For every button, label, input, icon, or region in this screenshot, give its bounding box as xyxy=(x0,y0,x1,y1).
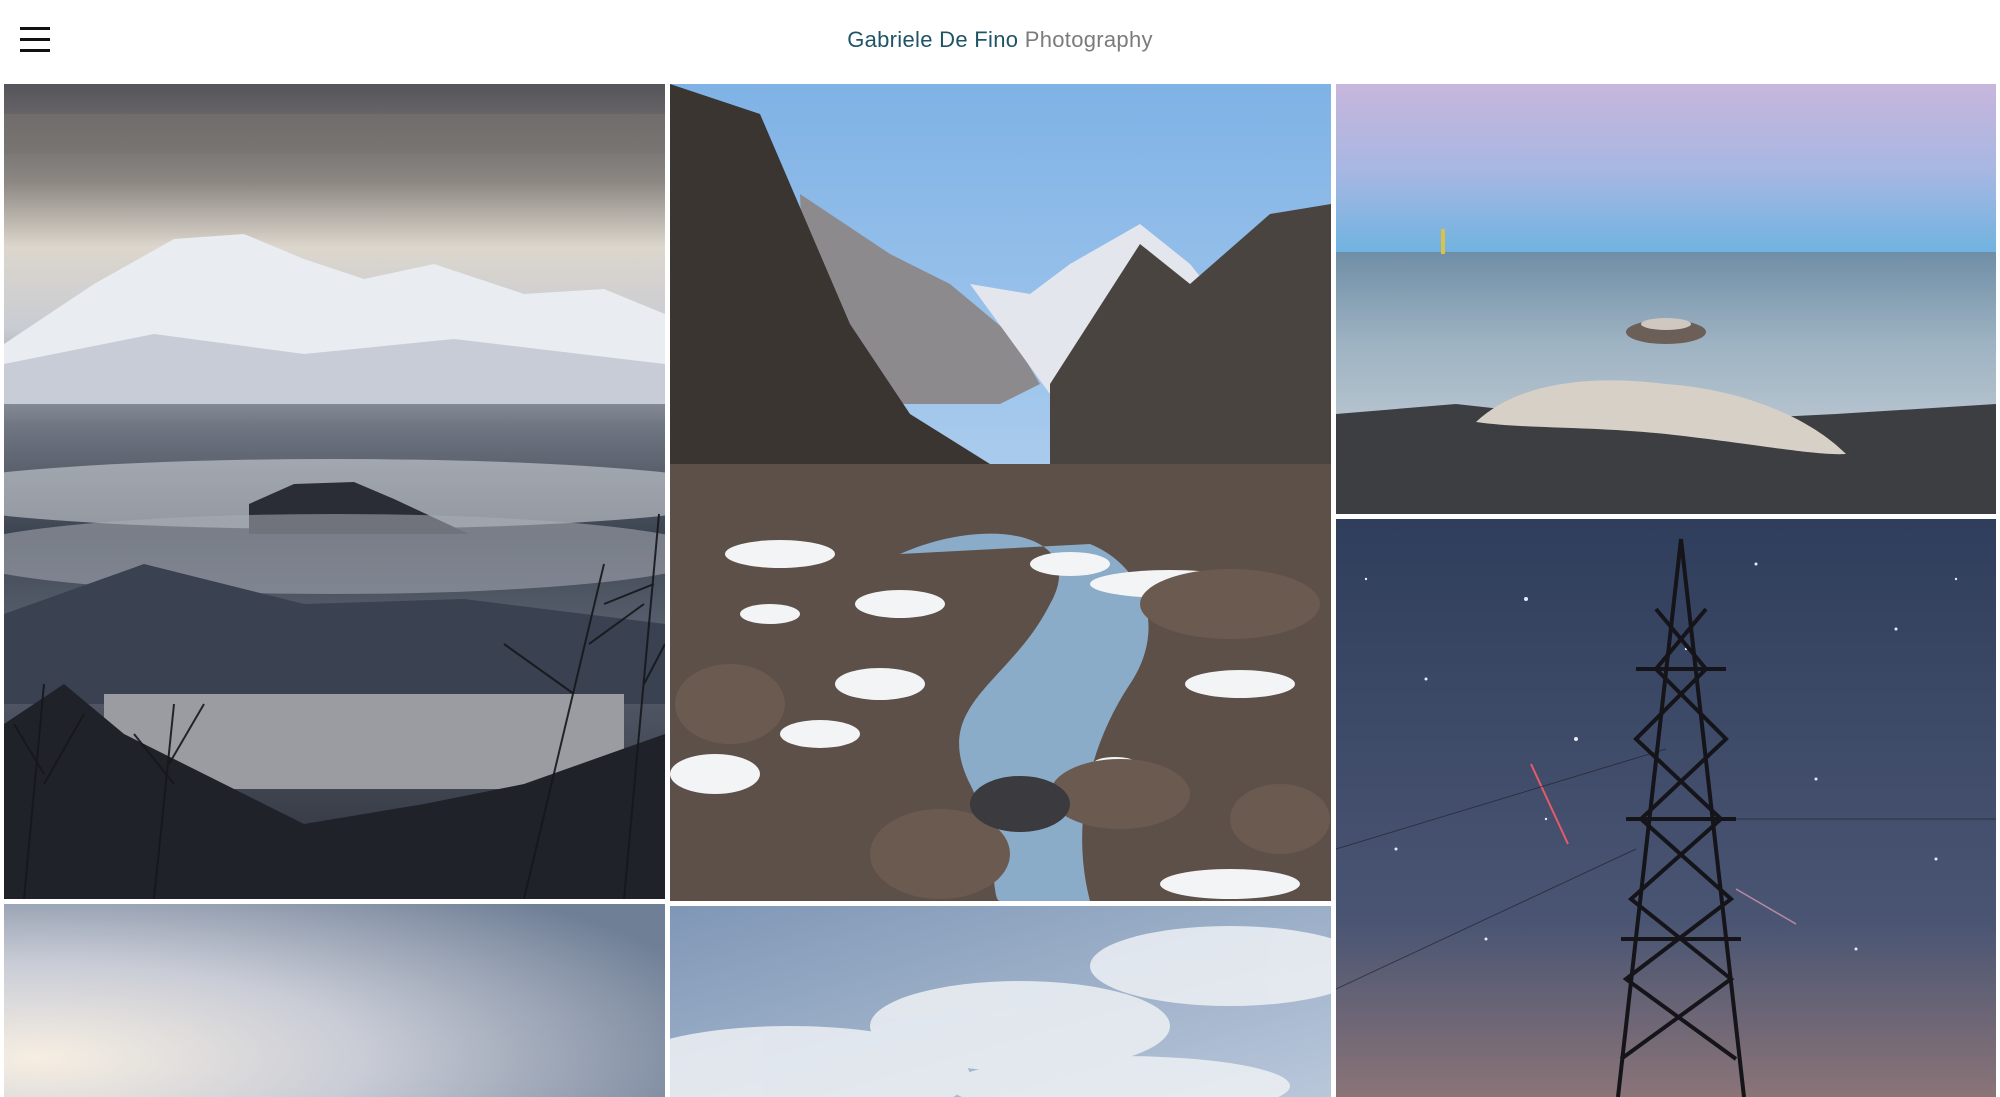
site-title[interactable]: Gabriele De Fino Photography xyxy=(0,27,2000,53)
gallery-photo-misty-water[interactable] xyxy=(4,904,665,1097)
gallery-photo-seashore[interactable] xyxy=(1336,84,1996,514)
gallery-photo-mountain-lake[interactable] xyxy=(4,84,665,899)
gallery-photo-mountain-stream[interactable] xyxy=(670,84,1331,901)
gallery-photo-cloudy-sky[interactable] xyxy=(670,906,1331,1097)
site-title-name: Gabriele De Fino xyxy=(847,27,1019,52)
site-header: Gabriele De Fino Photography xyxy=(0,0,2000,82)
site-title-suffix: Photography xyxy=(1024,27,1153,52)
gallery-photo-pylon-night[interactable] xyxy=(1336,519,1996,1097)
